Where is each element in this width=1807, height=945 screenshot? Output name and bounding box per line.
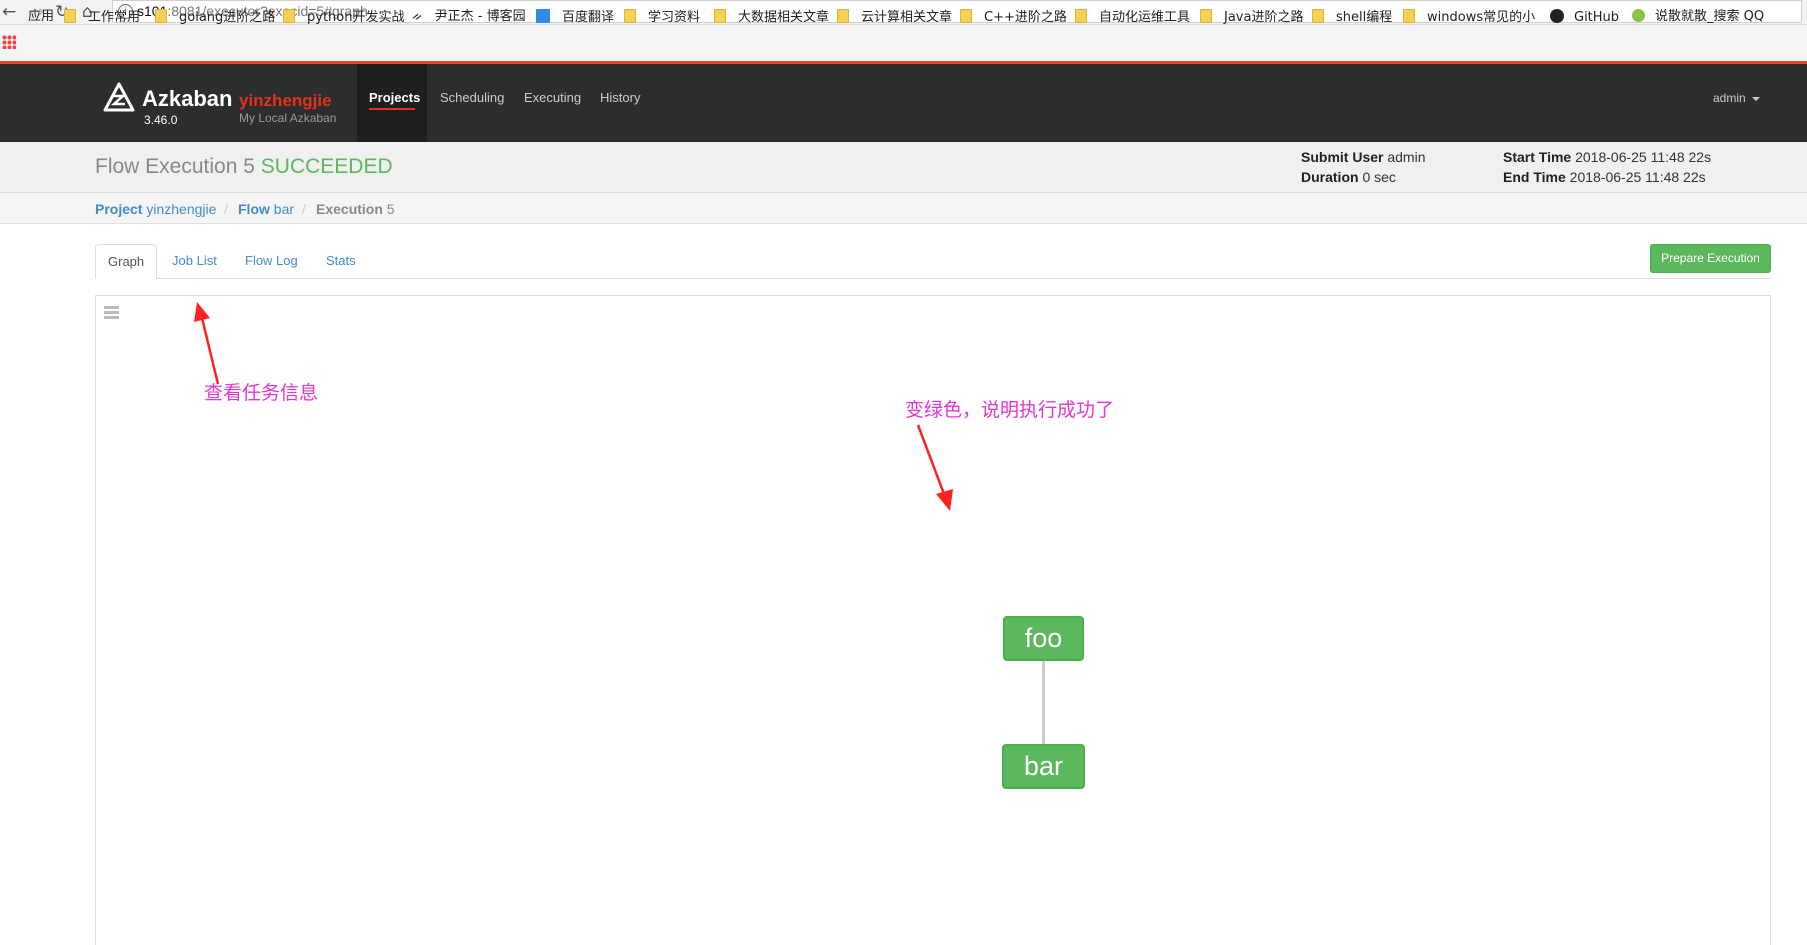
annotation-job-list-note: 查看任务信息 (204, 382, 319, 404)
annotation-arrows (194, 302, 953, 511)
arrow-to-job-list (194, 302, 220, 385)
arrow-to-graph (916, 424, 953, 511)
annotation-success-note: 变绿色，说明执行成功了 (905, 399, 1115, 421)
